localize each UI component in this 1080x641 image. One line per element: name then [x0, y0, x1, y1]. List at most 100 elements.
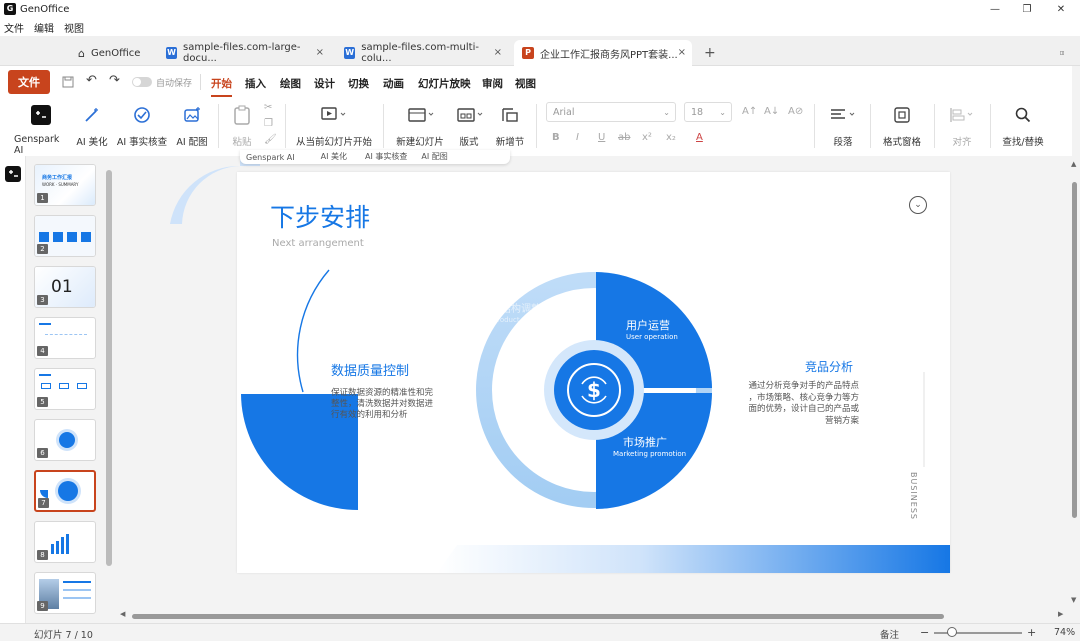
float-ai-image[interactable]: AI 配图 — [421, 151, 447, 162]
paste-button[interactable]: 粘贴 — [228, 104, 256, 148]
scroll-up-icon[interactable]: ▲ — [1071, 160, 1076, 168]
align-button[interactable]: 对齐 — [944, 104, 980, 148]
menu-edit[interactable]: 编辑 — [34, 20, 54, 35]
find-replace-button[interactable]: 查找/替换 — [1000, 104, 1046, 148]
tab-document-2[interactable]: W sample-files.com-multi-colu... × — [336, 40, 508, 66]
file-button[interactable]: 文件 — [8, 70, 50, 94]
q2-title[interactable]: 市场推广 — [623, 434, 667, 450]
new-section-button[interactable]: 新增节 — [494, 104, 526, 148]
italic-button[interactable]: I — [576, 132, 579, 143]
title-bar: G GenOffice — ❐ ✕ — [0, 0, 1080, 18]
tab-slideshow[interactable]: 幻灯片放映 — [418, 76, 471, 91]
float-ai-beautify[interactable]: AI 美化 — [321, 151, 347, 162]
new-slide-button[interactable]: 新建幻灯片 — [394, 104, 446, 148]
sidebar-toggle-icon[interactable] — [1052, 40, 1072, 66]
subscript-button[interactable]: x₂ — [666, 132, 676, 143]
float-ai-factcheck[interactable]: AI 事实核查 — [365, 151, 407, 162]
tab-insert[interactable]: 插入 — [245, 76, 266, 91]
slide-title[interactable]: 下步安排 — [270, 198, 370, 234]
slide-thumbnail-9[interactable]: 9 — [34, 572, 96, 614]
q2-sub[interactable]: Marketing promotion — [613, 450, 686, 458]
left-body[interactable]: 保证数据资源的精准性和完 整性，清洗数据并对数据进 行有效的利用和分析 — [331, 388, 451, 421]
font-name-select[interactable]: Arial ⌄ — [546, 102, 676, 122]
genspark-ai-button[interactable]: Genspark AI — [14, 104, 68, 156]
left-heading[interactable]: 数据质量控制 — [331, 360, 409, 379]
superscript-button[interactable]: x² — [642, 132, 652, 143]
close-tab-icon[interactable]: × — [678, 47, 686, 58]
right-heading[interactable]: 竞品分析 — [805, 358, 853, 375]
zoom-out-button[interactable]: − — [920, 626, 929, 639]
clear-format-icon[interactable]: A⊘ — [788, 106, 803, 117]
slide-thumbnail-1[interactable]: 商务工作汇报 WORK · SUMMARY 1 — [34, 164, 96, 206]
close-tab-icon[interactable]: × — [494, 47, 502, 58]
slide-thumbnail-6[interactable]: 6 — [34, 419, 96, 461]
editor-vertical-scrollbar[interactable]: ▲ ▼ — [1069, 156, 1080, 611]
paragraph-button[interactable]: 段落 — [826, 104, 860, 148]
cut-icon[interactable]: ✂ — [264, 102, 272, 113]
menu-file[interactable]: 文件 — [4, 20, 24, 35]
ai-image-button[interactable]: AI 配图 — [174, 104, 210, 148]
format-painter-icon[interactable]: 🖌 — [264, 134, 277, 145]
scroll-down-icon[interactable]: ▼ — [1071, 596, 1076, 604]
minimize-icon[interactable]: — — [978, 0, 1012, 18]
increase-font-icon[interactable]: A↑ — [742, 106, 757, 117]
layout-button[interactable]: 版式 — [452, 104, 486, 148]
zoom-slider[interactable] — [934, 627, 1022, 637]
slide-subtitle[interactable]: Next arrangement — [272, 238, 364, 249]
tab-view[interactable]: 视图 — [515, 76, 536, 91]
menu-view[interactable]: 视图 — [64, 20, 84, 35]
strikethrough-button[interactable]: ab — [618, 132, 630, 143]
vertical-business-text[interactable]: BUSINESS — [909, 472, 918, 520]
tab-design[interactable]: 设计 — [314, 76, 335, 91]
slide-thumbnail-4[interactable]: 4 — [34, 317, 96, 359]
bold-button[interactable]: B — [552, 132, 560, 143]
slide-thumbnail-5[interactable]: 5 — [34, 368, 96, 410]
slide-thumbnail-7[interactable]: 7 — [34, 470, 96, 512]
scroll-thumb[interactable] — [132, 614, 944, 619]
slide-thumbnail-2[interactable]: 2 — [34, 215, 96, 257]
tab-review[interactable]: 审阅 — [482, 76, 503, 91]
notes-button[interactable]: 备注 — [880, 627, 899, 641]
scroll-thumb[interactable] — [106, 170, 112, 566]
tab-transitions[interactable]: 切换 — [348, 76, 369, 91]
redo-icon[interactable]: ↷ — [109, 73, 120, 88]
new-tab-plus-icon[interactable]: + — [696, 40, 718, 66]
tab-draw[interactable]: 绘图 — [280, 76, 301, 91]
font-size-select[interactable]: 18 ⌄ — [684, 102, 732, 122]
slide-thumbnail-3[interactable]: 01 3 — [34, 266, 96, 308]
autosave-toggle[interactable] — [132, 77, 152, 87]
format-pane-button[interactable]: 格式窗格 — [880, 104, 924, 148]
play-from-current-button[interactable]: 从当前幻灯片开始 — [296, 104, 372, 148]
genspark-side-icon[interactable] — [5, 166, 21, 182]
zoom-slider-knob[interactable] — [946, 627, 957, 637]
tab-home[interactable]: ⌂ GenOffice — [70, 40, 158, 66]
tab-presentation[interactable]: P 企业工作汇报商务风PPT套装... × — [514, 40, 692, 66]
scroll-thumb[interactable] — [1072, 182, 1077, 518]
close-tab-icon[interactable]: × — [316, 47, 324, 58]
font-color-button[interactable]: A — [696, 132, 703, 143]
undo-icon[interactable]: ↶ — [86, 73, 97, 88]
slide-canvas[interactable]: $ 下步安排 Next arrangement ⌄ 数据质量控制 保证数据资源的… — [237, 172, 950, 573]
underline-button[interactable]: U — [598, 132, 605, 143]
decrease-font-icon[interactable]: A↓ — [764, 106, 779, 117]
thumbnail-scrollbar[interactable] — [105, 162, 113, 617]
copy-icon[interactable]: ❐ — [264, 118, 273, 129]
tab-animations[interactable]: 动画 — [383, 76, 404, 91]
save-icon[interactable] — [62, 76, 74, 91]
slide-thumbnail-8[interactable]: 8 — [34, 521, 96, 563]
scroll-right-icon[interactable]: ▶ — [1058, 610, 1063, 618]
ai-beautify-button[interactable]: AI 美化 — [74, 104, 110, 148]
editor-horizontal-scrollbar[interactable]: ◀ ▶ — [118, 610, 1072, 621]
close-icon[interactable]: ✕ — [1044, 0, 1078, 18]
maximize-icon[interactable]: ❐ — [1010, 0, 1044, 18]
float-genspark[interactable]: Genspark AI — [246, 153, 295, 162]
q1-title[interactable]: 用户运营 — [626, 317, 670, 333]
q1-sub[interactable]: User operation — [626, 333, 678, 341]
zoom-in-button[interactable]: + — [1027, 626, 1036, 639]
right-body[interactable]: 通过分析竞争对手的产品特点 ，市场策略、核心竞争力等方 面的优势，设计自己的产品… — [733, 381, 859, 427]
scroll-left-icon[interactable]: ◀ — [120, 610, 125, 618]
tab-home-ribbon[interactable]: 开始 — [211, 76, 232, 97]
collapse-chevron-icon[interactable]: ⌄ — [909, 196, 927, 214]
ai-factcheck-button[interactable]: AI 事实核查 — [116, 104, 168, 148]
tab-document-1[interactable]: W sample-files.com-large-docu... × — [158, 40, 330, 66]
